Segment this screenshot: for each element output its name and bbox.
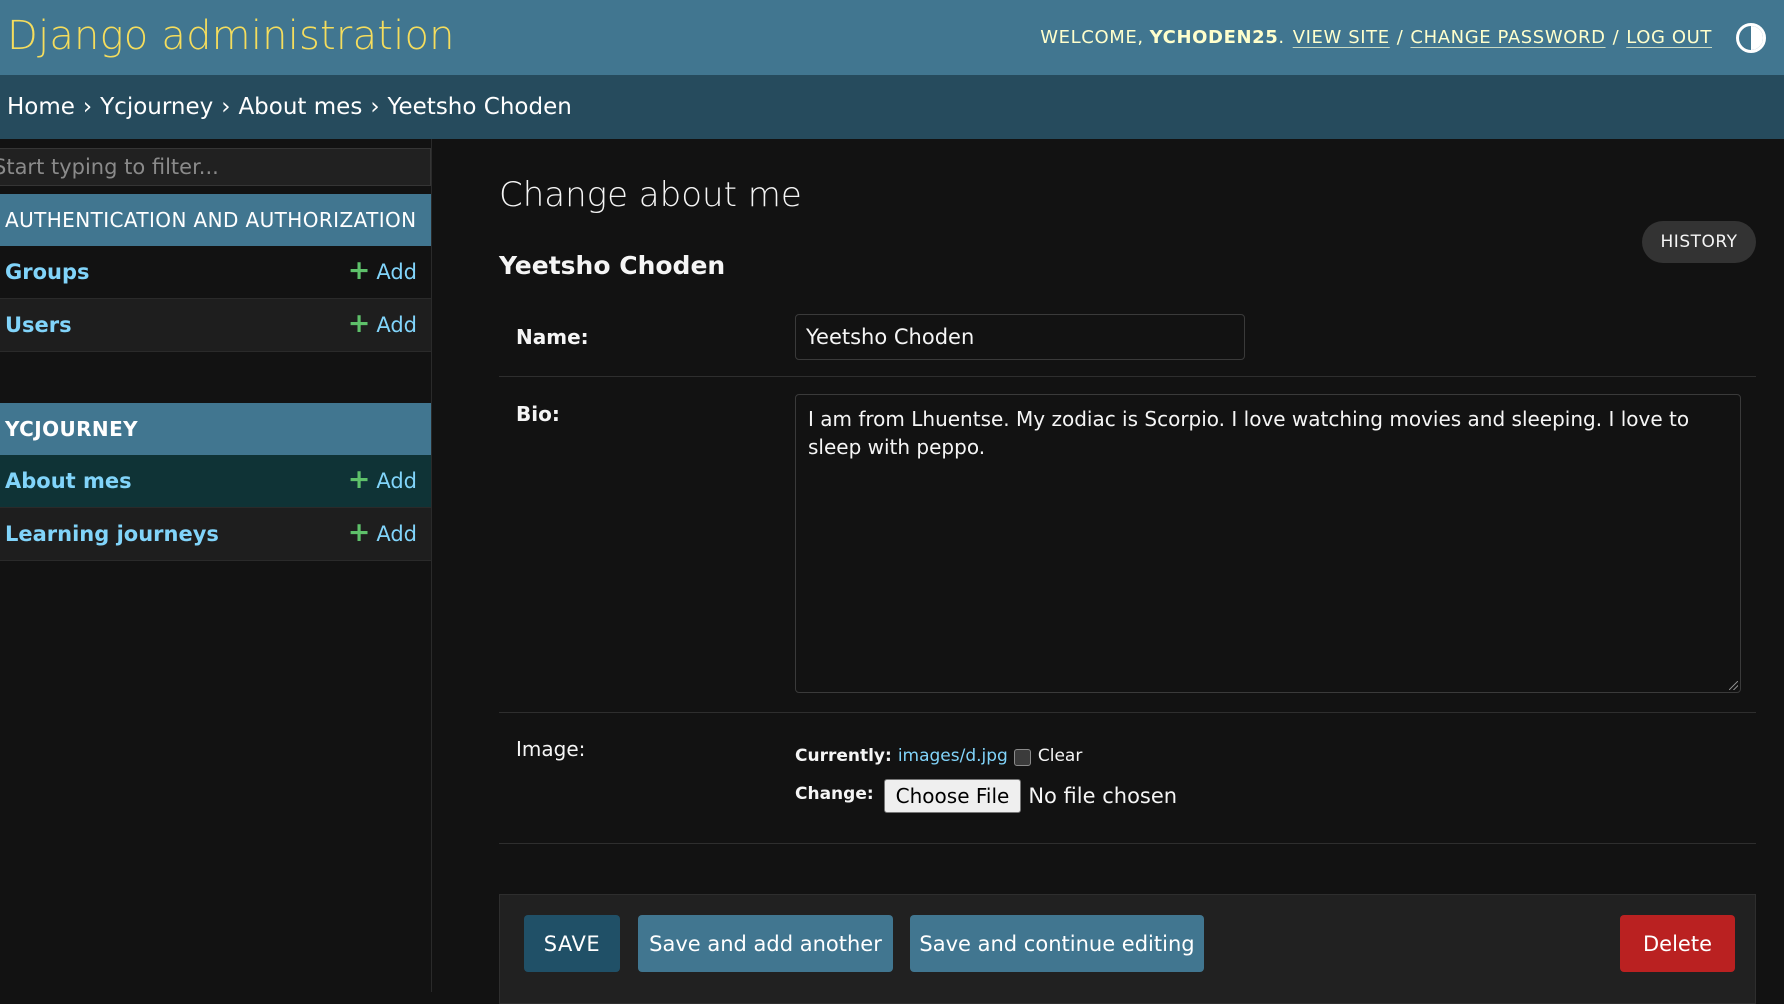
save-button[interactable]: SAVE	[524, 915, 620, 972]
delete-button[interactable]: Delete	[1620, 915, 1735, 972]
add-groups-link[interactable]: + Add	[347, 254, 417, 286]
sidebar-item-label[interactable]: Groups	[5, 260, 90, 284]
save-and-add-another-button[interactable]: Save and add another	[638, 915, 893, 972]
clear-checkbox[interactable]	[1013, 748, 1031, 766]
name-label: Name:	[516, 325, 589, 349]
breadcrumb-app[interactable]: Ycjourney	[100, 94, 213, 120]
add-label: Add	[376, 469, 417, 493]
filter-placeholder: Start typing to filter...	[0, 155, 219, 179]
add-about-me-link[interactable]: + Add	[347, 463, 417, 495]
username-suffix: .	[1278, 27, 1285, 48]
sidebar-item-users: Users + Add	[0, 299, 431, 352]
breadcrumb-model[interactable]: About mes	[238, 94, 362, 120]
sidebar-item-label[interactable]: Learning journeys	[5, 522, 219, 546]
breadcrumb: Home › Ycjourney › About mes › Yeetsho C…	[0, 75, 1784, 139]
sidebar-item-learning-journeys: Learning journeys + Add	[0, 508, 431, 561]
page-title: Change about me	[499, 175, 802, 215]
separator: /	[1612, 27, 1620, 48]
breadcrumb-home[interactable]: Home	[7, 94, 75, 120]
sidebar-item-about-mes: About mes + Add	[0, 455, 431, 508]
bio-textarea[interactable]: I am from Lhuentse. My zodiac is Scorpio…	[795, 394, 1741, 693]
plus-icon: +	[347, 307, 371, 339]
app-caption-auth[interactable]: AUTHENTICATION AND AUTHORIZATION	[0, 194, 431, 246]
breadcrumb-separator: ›	[221, 94, 231, 120]
breadcrumb-separator: ›	[370, 94, 380, 120]
nav-filter-input[interactable]: Start typing to filter...	[0, 148, 431, 186]
change-file-line: Change: Choose File No file chosen	[795, 779, 1177, 813]
current-file-line: Currently: images/d.jpg Clear	[795, 746, 1082, 766]
bio-text: I am from Lhuentse. My zodiac is Scorpio…	[808, 407, 1690, 459]
submit-row: SAVE Save and add another Save and conti…	[499, 894, 1756, 1004]
nav-sidebar: Start typing to filter... AUTHENTICATION…	[0, 139, 432, 992]
site-header: Django administration Welcome, ychoden25…	[0, 0, 1784, 75]
plus-icon: +	[347, 254, 371, 286]
add-learning-journey-link[interactable]: + Add	[347, 516, 417, 548]
view-site-link[interactable]: View site	[1293, 27, 1390, 48]
clear-label[interactable]: Clear	[1038, 746, 1082, 766]
no-file-chosen-text: No file chosen	[1028, 784, 1178, 808]
change-label: Change:	[795, 784, 874, 804]
plus-icon: +	[347, 463, 371, 495]
object-title: Yeetsho Choden	[499, 251, 726, 280]
add-users-link[interactable]: + Add	[347, 307, 417, 339]
add-label: Add	[376, 522, 417, 546]
user-tools: Welcome, ychoden25. View site / Change p…	[1040, 22, 1766, 53]
choose-file-button[interactable]: Choose File	[883, 779, 1022, 813]
separator: /	[1396, 27, 1404, 48]
add-label: Add	[376, 260, 417, 284]
current-file-link[interactable]: images/d.jpg	[898, 746, 1008, 766]
sidebar-item-label[interactable]: About mes	[5, 469, 132, 493]
image-label: Image:	[516, 737, 586, 761]
save-and-continue-button[interactable]: Save and continue editing	[910, 915, 1204, 972]
name-input[interactable]: Yeetsho Choden	[795, 314, 1245, 360]
breadcrumb-separator: ›	[82, 94, 93, 120]
plus-icon: +	[347, 516, 371, 548]
breadcrumb-current: Yeetsho Choden	[387, 94, 572, 120]
bio-label: Bio:	[516, 402, 560, 426]
change-password-link[interactable]: Change password	[1410, 27, 1605, 48]
history-button[interactable]: HISTORY	[1642, 221, 1756, 263]
sidebar-item-groups: Groups + Add	[0, 246, 431, 299]
app-caption-ycjourney[interactable]: YCJOURNEY	[0, 403, 431, 455]
theme-toggle-icon[interactable]	[1736, 22, 1766, 53]
welcome-text: Welcome,	[1040, 27, 1144, 48]
resize-handle-icon[interactable]	[1729, 681, 1738, 690]
sidebar-item-label[interactable]: Users	[5, 313, 72, 337]
currently-label: Currently:	[795, 746, 892, 766]
log-out-link[interactable]: Log out	[1626, 27, 1712, 48]
add-label: Add	[376, 313, 417, 337]
username: ychoden25	[1149, 27, 1279, 48]
main-content: Change about me Yeetsho Choden HISTORY N…	[499, 139, 1759, 1004]
site-title[interactable]: Django administration	[7, 13, 455, 59]
